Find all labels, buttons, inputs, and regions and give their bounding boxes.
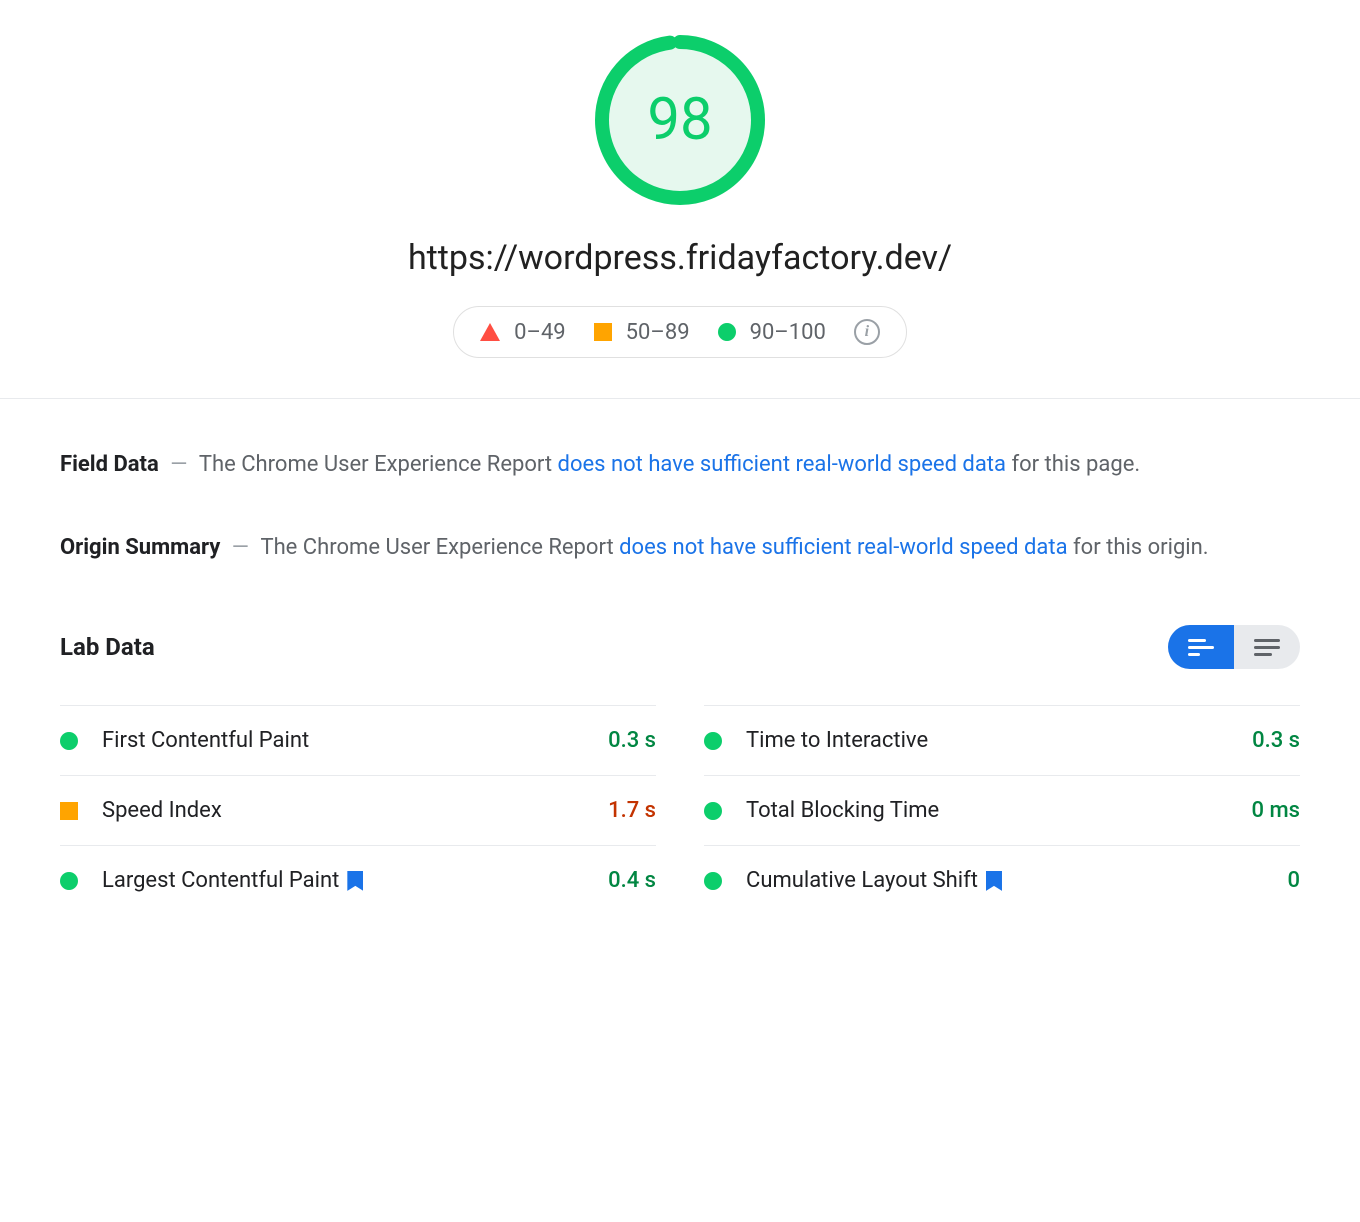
field-data-pre: The Chrome User Experience Report — [199, 452, 558, 477]
metric-value: 0.4 s — [608, 868, 656, 893]
metric-value: 1.7 s — [608, 798, 656, 823]
metric-name: Cumulative Layout Shift — [746, 868, 1287, 893]
origin-summary-pre: The Chrome User Experience Report — [260, 535, 619, 560]
field-data-title: Field Data — [60, 452, 159, 477]
score-value: 98 — [590, 30, 770, 210]
lab-data-title: Lab Data — [60, 633, 155, 661]
origin-summary-section: Origin Summary — The Chrome User Experie… — [0, 482, 1360, 565]
circle-icon — [704, 732, 722, 750]
metric-value: 0 — [1287, 868, 1300, 893]
metric-row[interactable]: Total Blocking Time0 ms — [704, 775, 1300, 845]
metric-row[interactable]: First Contentful Paint0.3 s — [60, 705, 656, 775]
core-web-vital-flag-icon — [986, 871, 1002, 891]
metric-name: Largest Contentful Paint — [102, 868, 608, 893]
metrics-grid: First Contentful Paint0.3 sTime to Inter… — [0, 669, 1360, 935]
circle-icon — [704, 872, 722, 890]
origin-summary-post: for this origin. — [1068, 535, 1209, 560]
legend-avg-label: 50–89 — [626, 320, 690, 345]
score-legend: 0–49 50–89 90–100 i — [453, 306, 907, 358]
legend-good: 90–100 — [718, 320, 826, 345]
circle-icon — [60, 732, 78, 750]
metric-name: First Contentful Paint — [102, 728, 608, 753]
view-toggle — [1168, 625, 1300, 669]
triangle-icon — [480, 323, 500, 341]
square-icon — [594, 323, 612, 341]
tested-url: https://wordpress.fridayfactory.dev/ — [408, 238, 952, 278]
field-data-post: for this page. — [1006, 452, 1140, 477]
metric-name: Speed Index — [102, 798, 608, 823]
legend-poor-label: 0–49 — [514, 320, 566, 345]
info-icon[interactable]: i — [854, 319, 880, 345]
circle-icon — [60, 872, 78, 890]
circle-icon — [704, 802, 722, 820]
circle-icon — [718, 323, 736, 341]
legend-poor: 0–49 — [480, 320, 566, 345]
metric-name: Time to Interactive — [746, 728, 1252, 753]
view-toggle-expanded[interactable] — [1234, 625, 1300, 669]
metric-value: 0.3 s — [1252, 728, 1300, 753]
origin-summary-link[interactable]: does not have sufficient real-world spee… — [619, 535, 1067, 560]
field-data-link[interactable]: does not have sufficient real-world spee… — [558, 452, 1006, 477]
origin-summary-title: Origin Summary — [60, 535, 220, 560]
metric-row[interactable]: Time to Interactive0.3 s — [704, 705, 1300, 775]
core-web-vital-flag-icon — [347, 871, 363, 891]
legend-good-label: 90–100 — [750, 320, 826, 345]
metric-row[interactable]: Speed Index1.7 s — [60, 775, 656, 845]
score-gauge: 98 — [590, 30, 770, 210]
square-icon — [60, 802, 78, 820]
metric-value: 0.3 s — [608, 728, 656, 753]
metric-name: Total Blocking Time — [746, 798, 1252, 823]
metric-row[interactable]: Cumulative Layout Shift0 — [704, 845, 1300, 915]
view-toggle-compact[interactable] — [1168, 625, 1234, 669]
metric-value: 0 ms — [1252, 798, 1300, 823]
metric-row[interactable]: Largest Contentful Paint0.4 s — [60, 845, 656, 915]
legend-average: 50–89 — [594, 320, 690, 345]
field-data-section: Field Data — The Chrome User Experience … — [0, 399, 1360, 482]
